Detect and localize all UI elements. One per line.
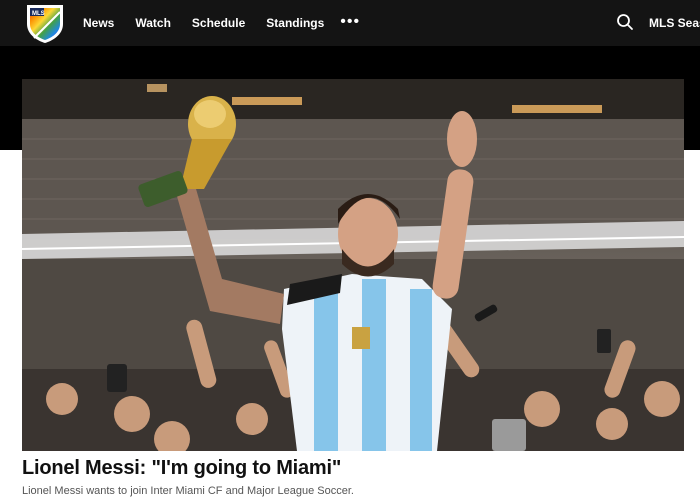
nav-mls-season[interactable]: MLS Season [649, 16, 700, 30]
nav-standings[interactable]: Standings [266, 16, 324, 30]
article-headline[interactable]: Lionel Messi: "I'm going to Miami" [22, 457, 341, 480]
article-subtitle: Lionel Messi wants to join Inter Miami C… [22, 485, 354, 497]
svg-text:MLS: MLS [32, 11, 45, 17]
primary-nav: News Watch Schedule Standings ••• [83, 0, 360, 46]
player-with-trophy-photo [22, 79, 684, 451]
top-navigation-bar: MLS News Watch Schedule Standings ••• ML… [0, 0, 700, 46]
mls-pride-crest-icon[interactable]: MLS [24, 2, 66, 44]
nav-schedule[interactable]: Schedule [192, 16, 245, 30]
more-menu-icon[interactable]: ••• [340, 13, 360, 31]
hero-image[interactable] [22, 79, 684, 451]
nav-news[interactable]: News [83, 16, 114, 30]
search-icon[interactable] [616, 13, 634, 31]
nav-watch[interactable]: Watch [135, 16, 171, 30]
